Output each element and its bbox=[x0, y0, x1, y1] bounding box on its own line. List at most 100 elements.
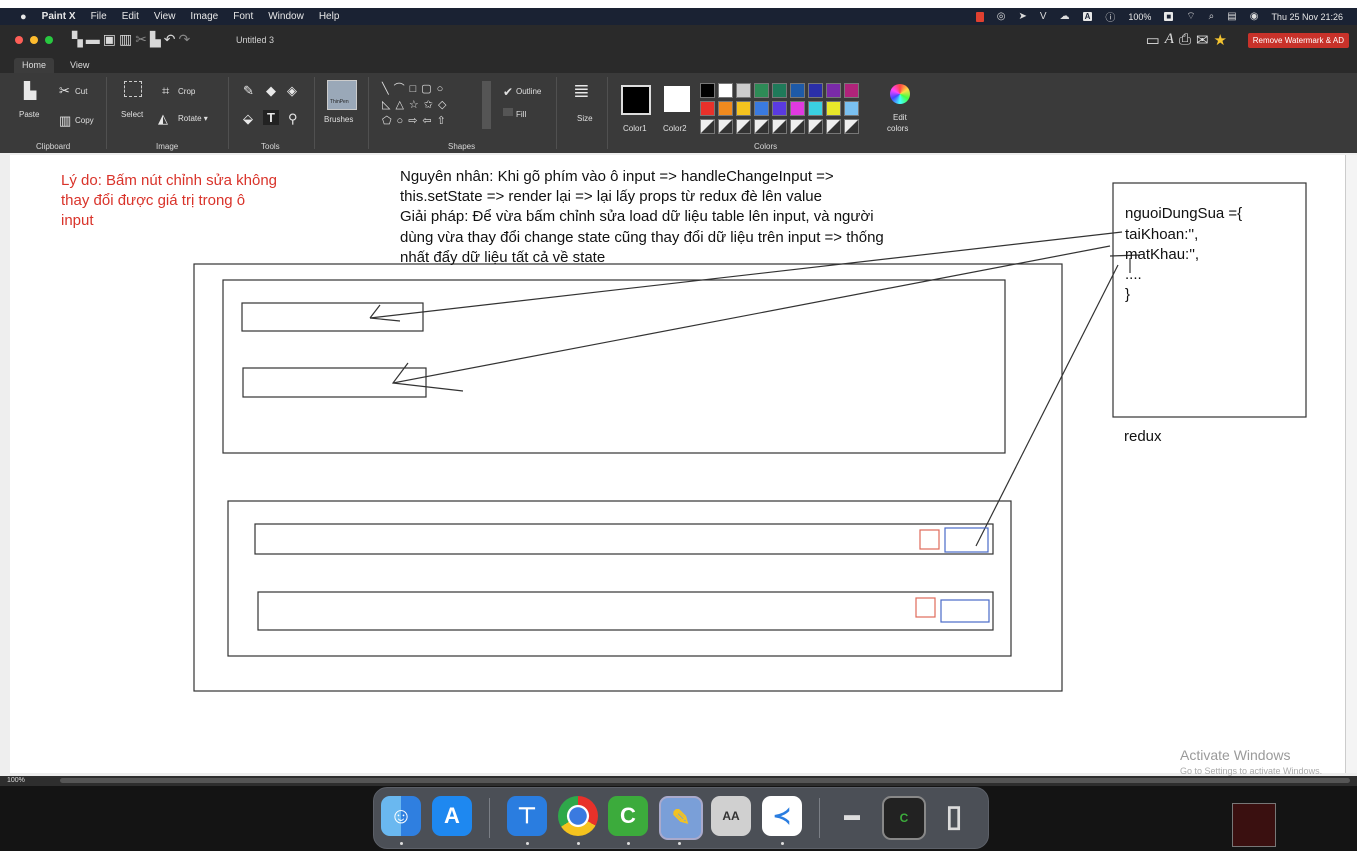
paste-icon[interactable]: ▙ bbox=[150, 31, 161, 48]
remove-watermark-button[interactable]: Remove Watermark & AD bbox=[1247, 33, 1349, 48]
drawing-canvas[interactable]: Lý do: Bấm nút chỉnh sửa không thay đổi … bbox=[10, 155, 1345, 773]
horizontal-scrollbar[interactable] bbox=[60, 778, 1350, 783]
color-swatch[interactable] bbox=[790, 101, 805, 116]
select-icon[interactable] bbox=[124, 81, 142, 97]
paste-button[interactable]: Paste bbox=[19, 110, 39, 119]
eraser-icon[interactable]: ◆ bbox=[266, 83, 276, 99]
finder-icon[interactable]: ☺ bbox=[381, 796, 421, 836]
shapes-gallery[interactable]: ╲⌒□▢○ ◺△☆✩◇ ⬠○⇨⇦⇧ bbox=[382, 81, 482, 129]
zoom-level[interactable]: 100% bbox=[7, 777, 25, 784]
cut-icon[interactable]: ✂ bbox=[59, 83, 70, 99]
check-icon[interactable]: ✔ bbox=[503, 85, 513, 99]
siri-icon[interactable]: ◉ bbox=[1250, 11, 1259, 22]
custom-color-swatch[interactable] bbox=[700, 119, 715, 134]
menu-help[interactable]: Help bbox=[319, 11, 340, 22]
color-swatch[interactable] bbox=[700, 101, 715, 116]
color-swatch[interactable] bbox=[700, 83, 715, 98]
keynote-icon[interactable]: ⊤ bbox=[507, 796, 547, 836]
vscode-icon[interactable]: ≺ bbox=[762, 796, 802, 836]
minimize-button[interactable] bbox=[30, 36, 38, 44]
clock[interactable]: Thu 25 Nov 21:26 bbox=[1271, 12, 1343, 22]
color-swatch[interactable] bbox=[826, 101, 841, 116]
menu-image[interactable]: Image bbox=[190, 11, 218, 22]
font-icon[interactable]: A bbox=[1165, 31, 1174, 49]
zoom-button[interactable] bbox=[45, 36, 53, 44]
color1-label[interactable]: Color1 bbox=[623, 124, 647, 133]
recording-icon[interactable] bbox=[975, 11, 984, 22]
preview-icon[interactable]: ✎ bbox=[659, 796, 703, 840]
color-swatch[interactable] bbox=[772, 101, 787, 116]
fill-swatch-icon[interactable] bbox=[503, 108, 513, 116]
print-icon[interactable]: ▥ bbox=[119, 31, 132, 48]
fill-icon[interactable]: ◈ bbox=[287, 83, 297, 99]
menu-app-name[interactable]: Paint X bbox=[42, 11, 76, 22]
pencil-icon[interactable]: ✎ bbox=[243, 83, 254, 99]
mail-icon[interactable]: ✉ bbox=[1196, 31, 1209, 49]
apple-icon[interactable]: ● bbox=[20, 11, 27, 23]
cut-button[interactable]: Cut bbox=[75, 87, 87, 96]
color-swatch[interactable] bbox=[772, 83, 787, 98]
bird-icon[interactable]: ➤ bbox=[1019, 11, 1027, 22]
color-swatch[interactable] bbox=[718, 101, 733, 116]
open-folder-icon[interactable]: ▬ bbox=[86, 31, 100, 48]
font-book-icon[interactable]: AA bbox=[711, 796, 751, 836]
color-swatch[interactable] bbox=[754, 101, 769, 116]
menu-window[interactable]: Window bbox=[268, 11, 304, 22]
size-button[interactable]: Size bbox=[577, 114, 593, 123]
color-swatch[interactable] bbox=[790, 83, 805, 98]
color-swatch[interactable] bbox=[826, 83, 841, 98]
info-icon[interactable]: ⓘ bbox=[1105, 9, 1115, 24]
select-button[interactable]: Select bbox=[121, 110, 143, 119]
cut-icon[interactable]: ✂ bbox=[135, 31, 147, 48]
battery-icon[interactable]: ■ bbox=[1164, 12, 1174, 21]
custom-color-swatch[interactable] bbox=[718, 119, 733, 134]
custom-color-swatch[interactable] bbox=[772, 119, 787, 134]
downloads-stack-icon[interactable]: ▬ bbox=[832, 796, 872, 836]
input-source-icon[interactable]: A bbox=[1082, 12, 1093, 21]
color-wheel-icon[interactable] bbox=[890, 84, 910, 104]
custom-color-swatch[interactable] bbox=[736, 119, 751, 134]
search-icon[interactable]: ⌕ bbox=[1209, 11, 1215, 22]
star-icon[interactable]: ★ bbox=[1214, 31, 1227, 49]
custom-color-swatch[interactable] bbox=[826, 119, 841, 134]
tab-view[interactable]: View bbox=[62, 58, 97, 73]
undo-icon[interactable]: ↶ bbox=[164, 31, 176, 48]
cloud-icon[interactable]: ☁ bbox=[1060, 11, 1070, 22]
picker-icon[interactable]: ⚲ bbox=[288, 111, 298, 127]
menu-view[interactable]: View bbox=[154, 11, 176, 22]
rotate-icon[interactable]: ◭ bbox=[158, 111, 168, 127]
color-swatch[interactable] bbox=[736, 101, 751, 116]
custom-color-swatch[interactable] bbox=[808, 119, 823, 134]
control-center-icon[interactable]: ▤ bbox=[1227, 11, 1236, 22]
crop-icon[interactable]: ⌗ bbox=[162, 83, 169, 99]
copy-button[interactable]: Copy bbox=[75, 116, 94, 125]
creative-cloud-icon[interactable]: ◎ bbox=[997, 11, 1006, 22]
menu-font[interactable]: Font bbox=[233, 11, 253, 22]
printer-icon[interactable]: ⎙ bbox=[1179, 31, 1191, 49]
color1-swatch[interactable] bbox=[621, 85, 651, 115]
save-icon[interactable]: ▣ bbox=[103, 31, 116, 48]
outline-button[interactable]: Outline bbox=[516, 87, 541, 96]
custom-color-swatch[interactable] bbox=[844, 119, 859, 134]
text-tool-icon[interactable]: T bbox=[263, 110, 279, 125]
desktop-thumbnail[interactable] bbox=[1232, 803, 1276, 847]
color-swatch[interactable] bbox=[736, 83, 751, 98]
copy-icon[interactable]: ▥ bbox=[59, 113, 71, 129]
menu-edit[interactable]: Edit bbox=[122, 11, 139, 22]
size-lines-icon[interactable]: ≣ bbox=[573, 81, 590, 101]
tab-home[interactable]: Home bbox=[14, 58, 55, 73]
bucket-icon[interactable]: ⬙ bbox=[243, 111, 253, 127]
app-store-icon[interactable]: A bbox=[432, 796, 472, 836]
menu-file[interactable]: File bbox=[91, 11, 107, 22]
brushes-button[interactable]: Brushes bbox=[324, 115, 353, 124]
fill-button[interactable]: Fill bbox=[516, 110, 526, 119]
color-swatch[interactable] bbox=[844, 101, 859, 116]
camtasia-icon[interactable]: C bbox=[608, 796, 648, 836]
color-swatch[interactable] bbox=[808, 83, 823, 98]
color-swatch[interactable] bbox=[844, 83, 859, 98]
color2-swatch[interactable] bbox=[664, 86, 690, 112]
crop-button[interactable]: Crop bbox=[178, 87, 195, 96]
custom-color-swatch[interactable] bbox=[790, 119, 805, 134]
v-icon[interactable]: V bbox=[1040, 11, 1047, 22]
rotate-button[interactable]: Rotate ▾ bbox=[178, 114, 208, 123]
